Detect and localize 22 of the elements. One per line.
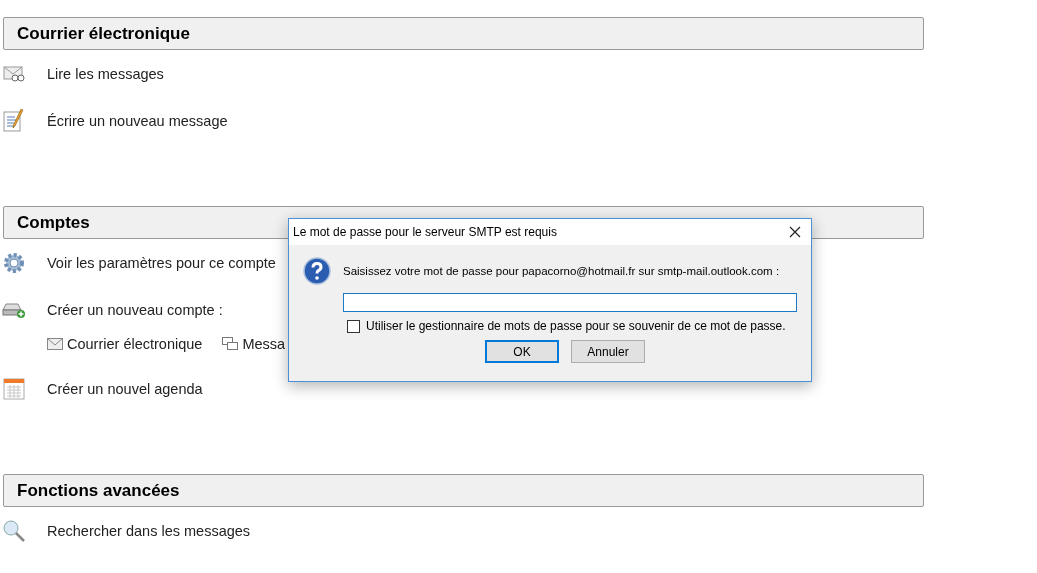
question-icon xyxy=(303,257,331,285)
checkbox-label: Utiliser le gestionnaire de mots de passe pour se souvenir de ce mot de passe. xyxy=(366,319,786,333)
action-link[interactable]: Écrire un nouveau message xyxy=(47,112,228,129)
account-type-link[interactable]: Courrier électronique xyxy=(67,336,203,352)
action-link[interactable]: Voir les paramètres pour ce compte xyxy=(47,254,276,271)
action-link[interactable]: Créer un nouveau compte : xyxy=(47,301,223,318)
account-type-link[interactable]: Messa xyxy=(242,336,286,352)
search-icon xyxy=(2,518,26,543)
checkbox[interactable] xyxy=(347,319,360,333)
action-link[interactable]: Lire les messages xyxy=(47,65,164,82)
password-field[interactable] xyxy=(343,293,797,312)
chat-bubbles-icon xyxy=(222,337,239,351)
close-icon[interactable] xyxy=(789,226,801,238)
action-link[interactable]: Rechercher dans les messages xyxy=(47,522,251,539)
dialog-message: Saisissez votre mot de passe pour papacorno@hotmail.fr sur smtp-mail.outlook.com : xyxy=(343,265,780,277)
dialog-button[interactable]: Annuler xyxy=(571,340,645,363)
dialog-button[interactable]: OK xyxy=(485,340,559,363)
section-header: Fonctions avancées xyxy=(3,474,924,507)
action-link[interactable]: Créer un nouvel agenda xyxy=(47,380,203,397)
section-header: Courrier électronique xyxy=(3,17,924,50)
dialog-title: Le mot de passe pour le serveur SMTP est requis xyxy=(293,225,557,239)
envelope-icon xyxy=(47,338,63,350)
